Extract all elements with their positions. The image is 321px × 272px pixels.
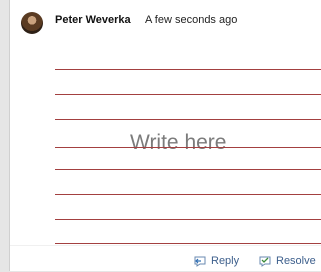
write-here-placeholder: Write here bbox=[130, 131, 227, 154]
ruled-line bbox=[55, 194, 321, 195]
ruled-line bbox=[55, 69, 321, 70]
resolve-button[interactable]: Resolve bbox=[258, 255, 316, 267]
ruled-line bbox=[55, 147, 321, 148]
comment-footer: Reply Resolve bbox=[10, 245, 321, 272]
ruled-line bbox=[55, 169, 321, 170]
comment-card: Peter Weverka A few seconds ago Write he… bbox=[9, 0, 321, 271]
reply-icon bbox=[194, 256, 206, 267]
ruled-line bbox=[55, 243, 321, 244]
reply-label: Reply bbox=[211, 255, 240, 267]
ruled-line bbox=[55, 119, 321, 120]
user-avatar bbox=[21, 12, 43, 34]
reply-button[interactable]: Reply bbox=[193, 255, 239, 267]
ruled-line bbox=[55, 94, 321, 95]
resolve-label: Resolve bbox=[276, 255, 316, 267]
comment-timestamp: A few seconds ago bbox=[145, 14, 238, 26]
resolve-icon bbox=[259, 256, 271, 267]
ruled-line bbox=[55, 219, 321, 220]
comment-author: Peter Weverka bbox=[55, 14, 131, 26]
ink-writing-area[interactable]: Write here bbox=[55, 55, 321, 245]
